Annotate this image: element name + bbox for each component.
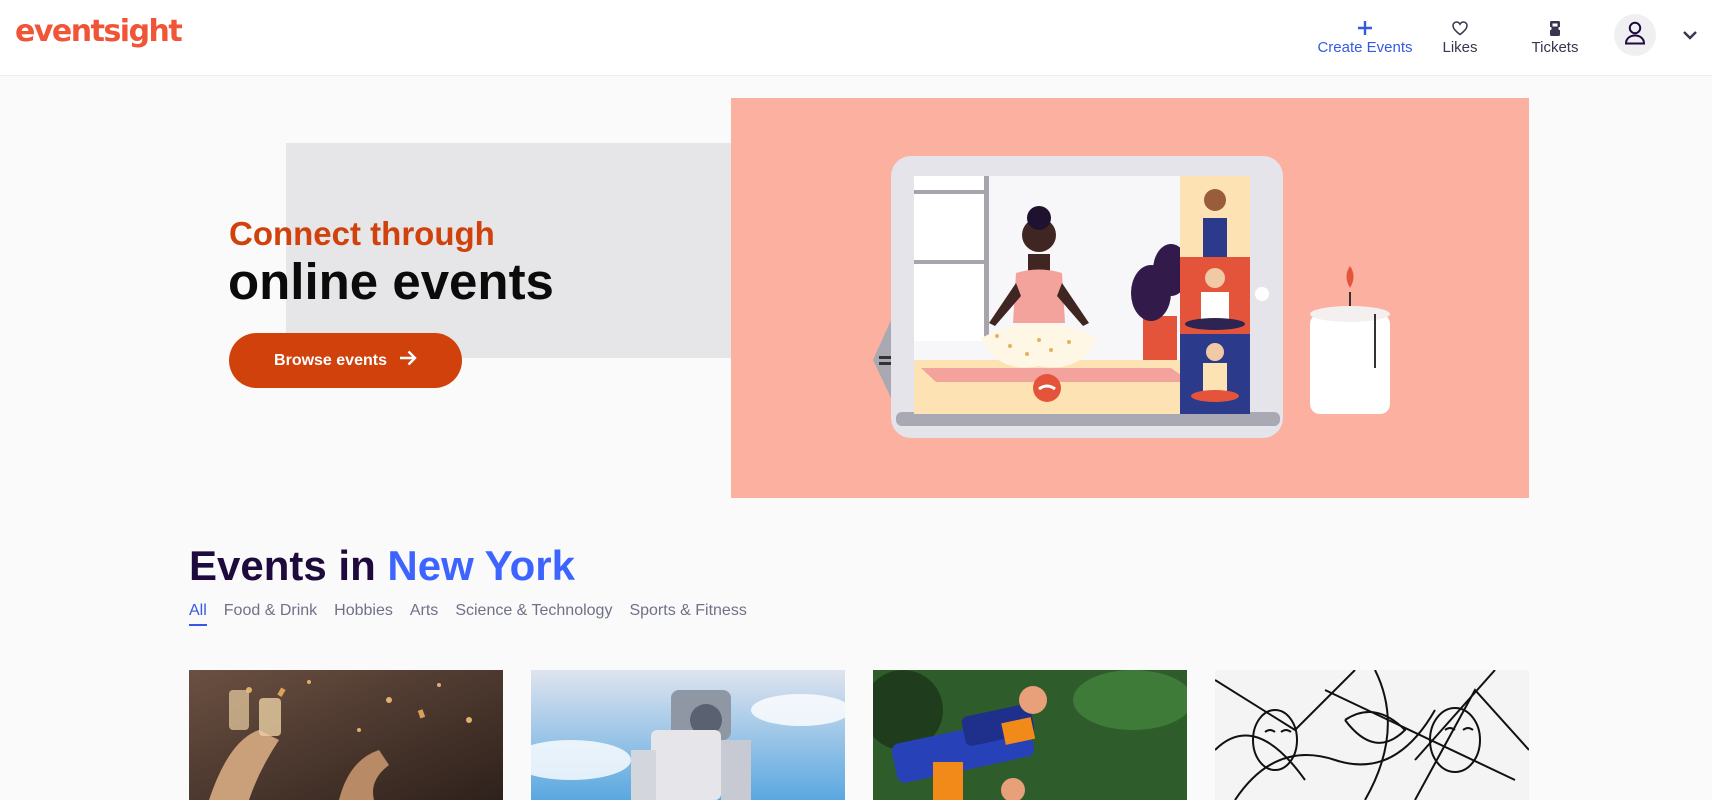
tab-arts[interactable]: Arts: [410, 602, 438, 626]
likes-label: Likes: [1442, 39, 1478, 56]
online-yoga-illustration: [731, 98, 1529, 498]
account-menu-toggle[interactable]: [1680, 26, 1700, 46]
line-art-faces-image: [1215, 670, 1529, 800]
tab-all[interactable]: All: [189, 602, 207, 626]
robot-statue-image: [531, 670, 845, 800]
user-icon: [1624, 21, 1646, 50]
nerf-blaster-image: [873, 670, 1187, 800]
account-avatar-button[interactable]: [1614, 14, 1656, 56]
event-card[interactable]: [531, 670, 845, 800]
tab-sports-fitness[interactable]: Sports & Fitness: [629, 602, 746, 626]
tab-food-drink[interactable]: Food & Drink: [224, 602, 317, 626]
heart-icon: [1452, 17, 1468, 39]
create-events-label: Create Events: [1317, 39, 1413, 56]
category-tabs: All Food & Drink Hobbies Arts Science & …: [189, 602, 747, 626]
browse-events-button[interactable]: Browse events: [229, 333, 462, 388]
event-card[interactable]: [1215, 670, 1529, 800]
tickets-label: Tickets: [1531, 39, 1579, 56]
tickets-button[interactable]: Tickets: [1520, 12, 1590, 56]
city-selector[interactable]: New York: [387, 542, 575, 589]
hero-subheading: Connect through: [229, 215, 495, 252]
event-card[interactable]: [873, 670, 1187, 800]
top-navigation-bar: eventsight Create Events Likes Tickets: [0, 0, 1712, 76]
create-events-button[interactable]: Create Events: [1290, 12, 1440, 56]
event-card[interactable]: [189, 670, 503, 800]
chevron-down-icon: [1682, 27, 1698, 45]
champagne-toast-image: [189, 670, 503, 800]
eventsight-logo[interactable]: eventsight: [15, 14, 183, 49]
events-title-prefix: Events in: [189, 542, 376, 589]
likes-button[interactable]: Likes: [1430, 12, 1490, 56]
plus-icon: [1357, 17, 1373, 39]
ticket-icon: [1549, 17, 1561, 39]
tab-hobbies[interactable]: Hobbies: [334, 602, 393, 626]
browse-events-label: Browse events: [274, 351, 387, 369]
arrow-right-icon: [399, 350, 417, 371]
events-section-title: Events in New York: [189, 542, 575, 590]
tab-science-technology[interactable]: Science & Technology: [455, 602, 612, 626]
hero-heading: online events: [228, 253, 554, 310]
